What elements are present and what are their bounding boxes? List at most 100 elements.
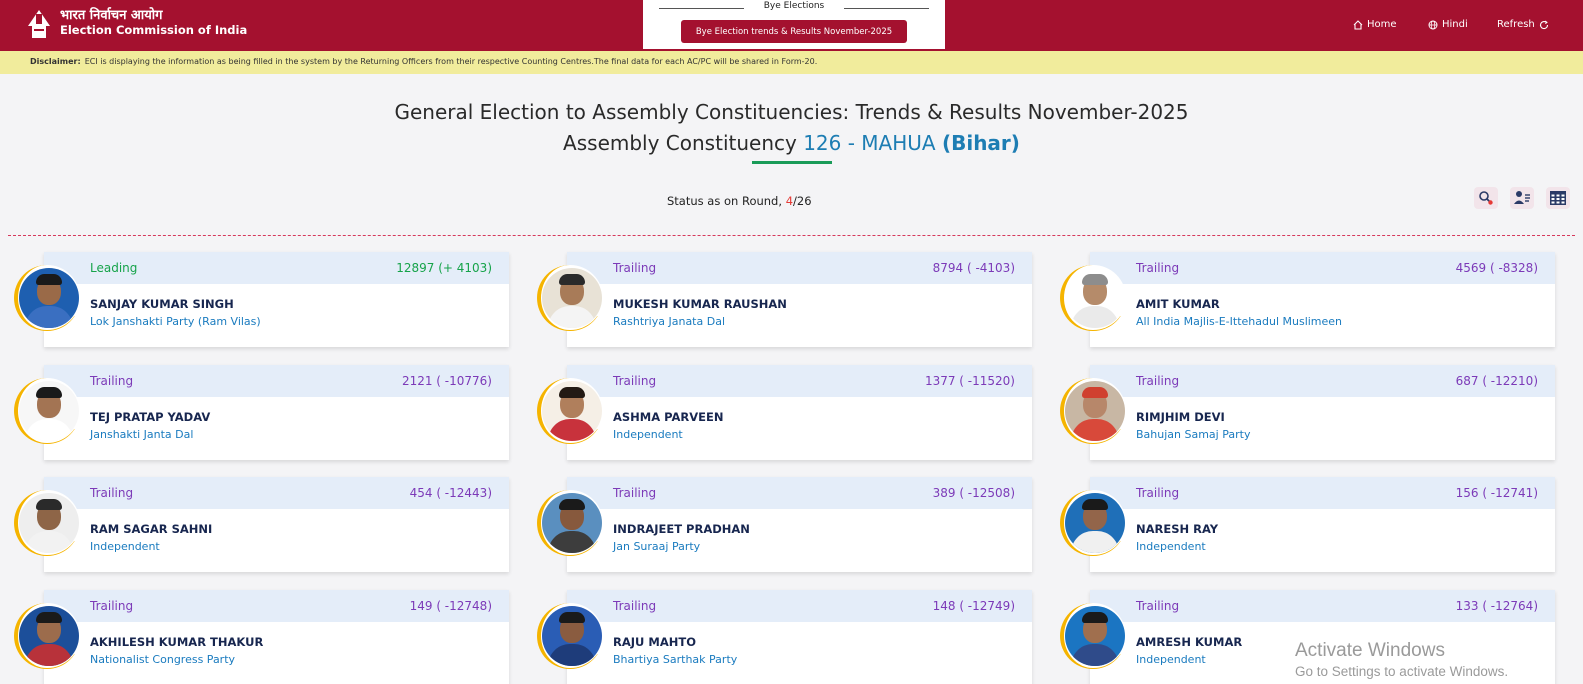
- disclaimer-label: Disclaimer:: [30, 57, 81, 66]
- candidate-card[interactable]: Trailing 149 ( -12748) AKHILESH KUMAR THAK…: [44, 590, 509, 684]
- candidate-photo: [537, 378, 603, 444]
- candidate-status: Trailing: [613, 599, 657, 613]
- state-name: (Bihar): [941, 131, 1020, 155]
- candidate-status: Trailing: [90, 374, 134, 388]
- photo-hair: [559, 273, 585, 285]
- candidate-photo: [537, 490, 603, 556]
- page-title: General Election to Assembly Constituenc…: [394, 100, 1189, 124]
- candidate-status: Trailing: [90, 599, 134, 613]
- candidate-votes: 687 ( -12210): [1455, 374, 1538, 388]
- candidate-photo-image: [19, 605, 79, 666]
- candidate-party: Independent: [1136, 540, 1206, 553]
- candidate-status: Trailing: [1136, 599, 1180, 613]
- logo-title[interactable]: भारत निर्वाचन आयोग Election Commission o…: [60, 8, 247, 38]
- candidate-party: All India Majlis-E-Ittehadul Muslimeen: [1136, 315, 1343, 328]
- candidate-party: Lok Janshakti Party (Ram Vilas): [90, 315, 261, 328]
- candidate-card[interactable]: Trailing 454 ( -12443) RAM SAGAR SAHNI Inde…: [44, 477, 509, 572]
- candidate-photo-image: [542, 380, 602, 441]
- photo-hair: [36, 611, 62, 623]
- candidate-card[interactable]: Trailing 4569 ( -8328) AMIT KUMAR All India…: [1090, 252, 1555, 347]
- photo-body: [1071, 530, 1119, 553]
- nav-home-label: Home: [1367, 19, 1397, 30]
- table-view-button[interactable]: [1546, 187, 1570, 209]
- candidate-card[interactable]: Trailing 2121 ( -10776) TEJ PRATAP YADAV Ja…: [44, 365, 509, 460]
- photo-body: [548, 643, 596, 666]
- nav-refresh-link[interactable]: Refresh: [1497, 19, 1549, 30]
- photo-body: [548, 530, 596, 553]
- candidate-card[interactable]: Trailing 389 ( -12508) INDRAJEET PRADHAN Ja…: [567, 477, 1032, 572]
- candidate-photo-image: [19, 380, 79, 441]
- candidate-name: TEJ PRATAP YADAV: [90, 410, 211, 424]
- photo-body: [25, 530, 73, 553]
- candidate-photo-image: [19, 492, 79, 553]
- candidate-card[interactable]: Leading 12897 (+ 4103) SANJAY KUMAR SINGH L…: [44, 252, 509, 347]
- table-grid-icon: [1550, 191, 1566, 205]
- candidate-photo: [1060, 378, 1126, 444]
- candidate-photo-image: [1065, 380, 1125, 441]
- candidate-party: Bahujan Samaj Party: [1136, 428, 1251, 441]
- candidate-votes: 133 ( -12764): [1455, 599, 1538, 613]
- photo-body: [25, 305, 73, 328]
- candidate-status: Trailing: [613, 261, 657, 275]
- candidate-photo: [1060, 265, 1126, 331]
- candidate-search-icon: [1479, 191, 1493, 205]
- candidate-card[interactable]: Trailing 148 ( -12749) RAJU MAHTO Bhartiya …: [567, 590, 1032, 684]
- photo-body: [1071, 418, 1119, 441]
- constituency-prefix: Assembly Constituency: [563, 131, 797, 155]
- photo-hair: [1082, 498, 1108, 510]
- photo-body: [548, 305, 596, 328]
- candidate-name: AMRESH KUMAR: [1136, 635, 1243, 649]
- candidate-card[interactable]: Trailing 1377 ( -11520) ASHMA PARVEEN Indep…: [567, 365, 1032, 460]
- candidate-votes: 148 ( -12749): [932, 599, 1015, 613]
- refresh-icon: [1539, 20, 1548, 29]
- candidate-card[interactable]: Trailing 156 ( -12741) NARESH RAY Independe…: [1090, 477, 1555, 572]
- candidate-card[interactable]: Trailing 8794 ( -4103) MUKESH KUMAR RAUSHA…: [567, 252, 1032, 347]
- candidate-party: Nationalist Congress Party: [90, 653, 236, 666]
- candidate-photo: [537, 603, 603, 669]
- candidate-party: Jan Suraaj Party: [613, 540, 701, 553]
- photo-hair: [36, 273, 62, 285]
- photo-hair: [1082, 386, 1108, 398]
- photo-hair: [36, 386, 62, 398]
- round-current: 4: [785, 194, 794, 208]
- candidate-votes: 1377 ( -11520): [924, 374, 1015, 388]
- eci-logo-icon[interactable]: [24, 6, 54, 40]
- candidate-party: Independent: [90, 540, 160, 553]
- candidate-votes: 8794 ( -4103): [932, 261, 1015, 275]
- home-icon: [1353, 19, 1363, 30]
- candidate-photo: [14, 603, 80, 669]
- photo-body: [25, 643, 73, 666]
- disclaimer-bar: Disclaimer: ECI is displaying the informa…: [0, 51, 1583, 74]
- nav-refresh-label: Refresh: [1497, 19, 1535, 30]
- candidate-photo-image: [542, 267, 602, 328]
- candidate-photo-image: [542, 492, 602, 553]
- constituency-name: 126 - MAHUA: [803, 131, 936, 155]
- bye-election-results-button[interactable]: Bye Election trends & Results November-2…: [681, 20, 907, 43]
- watermark-line2: Go to Settings to activate Windows.: [1295, 664, 1509, 679]
- candidate-name: ASHMA PARVEEN: [613, 410, 724, 424]
- nav-home-link[interactable]: Home: [1353, 19, 1397, 30]
- candidate-card[interactable]: Trailing 687 ( -12210) RIMJHIM DEVI Bahujan…: [1090, 365, 1555, 460]
- round-total: /26: [793, 194, 812, 208]
- title-underline: [752, 161, 832, 164]
- candidate-votes: 149 ( -12748): [409, 599, 492, 613]
- candidate-status: Trailing: [1136, 374, 1180, 388]
- candidate-name: SANJAY KUMAR SINGH: [90, 297, 234, 311]
- candidate-photo-image: [1065, 492, 1125, 553]
- candidate-photo: [14, 265, 80, 331]
- globe-icon: [1428, 20, 1438, 29]
- candidate-status: Leading: [90, 261, 138, 275]
- nav-hindi-link[interactable]: Hindi: [1428, 19, 1468, 30]
- candidate-name: RIMJHIM DEVI: [1136, 410, 1225, 424]
- candidate-name: MUKESH KUMAR RAUSHAN: [613, 297, 787, 311]
- bye-elections-panel: Bye Elections Bye Election trends & Resu…: [643, 0, 945, 49]
- candidate-party: Janshakti Janta Dal: [90, 428, 194, 441]
- top-header: भारत निर्वाचन आयोग Election Commission o…: [0, 0, 1583, 51]
- candidate-photo: [1060, 603, 1126, 669]
- photo-hair: [1082, 273, 1108, 285]
- candidate-name: INDRAJEET PRADHAN: [613, 522, 750, 536]
- user-list-button[interactable]: [1510, 187, 1534, 209]
- candidate-status: Trailing: [613, 374, 657, 388]
- candidate-name: NARESH RAY: [1136, 522, 1219, 536]
- candidate-search-button[interactable]: [1474, 187, 1498, 209]
